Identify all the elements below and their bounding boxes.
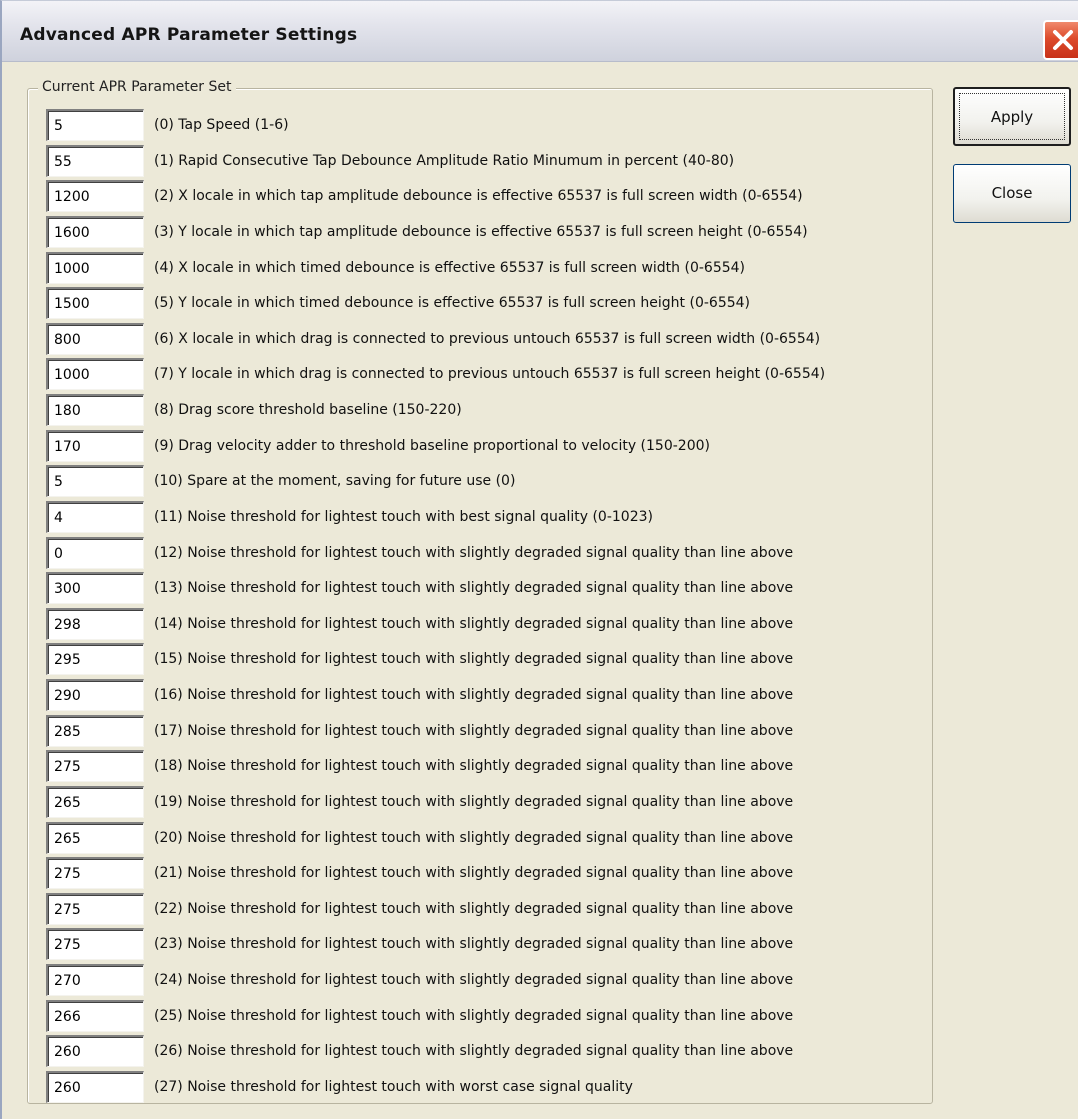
param-label: (0) Tap Speed (1-6)	[154, 117, 289, 133]
param-row: (9) Drag velocity adder to threshold bas…	[46, 430, 936, 462]
apply-button[interactable]: Apply	[953, 87, 1071, 146]
param-value-input[interactable]	[46, 750, 144, 782]
param-value-input[interactable]	[46, 608, 144, 640]
param-value-input[interactable]	[46, 109, 144, 141]
param-value-input[interactable]	[46, 715, 144, 747]
param-value-input[interactable]	[46, 252, 144, 284]
param-label: (17) Noise threshold for lightest touch …	[154, 723, 794, 739]
param-label: (7) Y locale in which drag is connected …	[154, 366, 826, 382]
param-row: (1) Rapid Consecutive Tap Debounce Ampli…	[46, 145, 936, 177]
param-label: (20) Noise threshold for lightest touch …	[154, 830, 794, 846]
param-row: (18) Noise threshold for lightest touch …	[46, 750, 936, 782]
param-row: (13) Noise threshold for lightest touch …	[46, 572, 936, 604]
param-row: (2) X locale in which tap amplitude debo…	[46, 180, 936, 212]
param-label: (19) Noise threshold for lightest touch …	[154, 794, 794, 810]
param-value-input[interactable]	[46, 822, 144, 854]
param-value-input[interactable]	[46, 893, 144, 925]
param-label: (25) Noise threshold for lightest touch …	[154, 1008, 794, 1024]
param-row: (15) Noise threshold for lightest touch …	[46, 643, 936, 675]
param-row: (10) Spare at the moment, saving for fut…	[46, 465, 936, 497]
param-label: (24) Noise threshold for lightest touch …	[154, 972, 794, 988]
param-row: (25) Noise threshold for lightest touch …	[46, 1000, 936, 1032]
param-label: (26) Noise threshold for lightest touch …	[154, 1043, 794, 1059]
title-bar[interactable]: Advanced APR Parameter Settings	[2, 1, 1078, 62]
param-value-input[interactable]	[46, 394, 144, 426]
param-value-input[interactable]	[46, 964, 144, 996]
param-value-input[interactable]	[46, 1071, 144, 1103]
param-value-input[interactable]	[46, 465, 144, 497]
param-label: (5) Y locale in which timed debounce is …	[154, 295, 750, 311]
param-value-input[interactable]	[46, 572, 144, 604]
param-value-input[interactable]	[46, 1000, 144, 1032]
param-row: (5) Y locale in which timed debounce is …	[46, 287, 936, 319]
param-label: (21) Noise threshold for lightest touch …	[154, 865, 794, 881]
param-label: (9) Drag velocity adder to threshold bas…	[154, 438, 710, 454]
param-value-input[interactable]	[46, 928, 144, 960]
param-value-input[interactable]	[46, 180, 144, 212]
param-value-input[interactable]	[46, 358, 144, 390]
param-label: (10) Spare at the moment, saving for fut…	[154, 473, 516, 489]
apr-settings-dialog: Advanced APR Parameter Settings Current …	[0, 0, 1078, 1119]
close-icon[interactable]	[1043, 20, 1078, 60]
param-row: (16) Noise threshold for lightest touch …	[46, 679, 936, 711]
param-row: (23) Noise threshold for lightest touch …	[46, 928, 936, 960]
focus-ring	[959, 93, 1065, 140]
param-value-input[interactable]	[46, 643, 144, 675]
param-label: (14) Noise threshold for lightest touch …	[154, 616, 794, 632]
param-value-input[interactable]	[46, 145, 144, 177]
param-row: (24) Noise threshold for lightest touch …	[46, 964, 936, 996]
param-row: (6) X locale in which drag is connected …	[46, 323, 936, 355]
param-label: (8) Drag score threshold baseline (150-2…	[154, 402, 462, 418]
group-legend: Current APR Parameter Set	[38, 79, 236, 95]
param-row: (22) Noise threshold for lightest touch …	[46, 893, 936, 925]
param-label: (16) Noise threshold for lightest touch …	[154, 687, 794, 703]
param-row: (26) Noise threshold for lightest touch …	[46, 1035, 936, 1067]
param-label: (13) Noise threshold for lightest touch …	[154, 580, 794, 596]
window-title: Advanced APR Parameter Settings	[20, 25, 358, 45]
param-label: (18) Noise threshold for lightest touch …	[154, 758, 794, 774]
param-label: (3) Y locale in which tap amplitude debo…	[154, 224, 808, 240]
param-row: (12) Noise threshold for lightest touch …	[46, 537, 936, 569]
param-row: (27) Noise threshold for lightest touch …	[46, 1071, 936, 1103]
param-row: (8) Drag score threshold baseline (150-2…	[46, 394, 936, 426]
param-value-input[interactable]	[46, 1035, 144, 1067]
param-label: (12) Noise threshold for lightest touch …	[154, 545, 794, 561]
param-row: (3) Y locale in which tap amplitude debo…	[46, 216, 936, 248]
param-row: (20) Noise threshold for lightest touch …	[46, 822, 936, 854]
param-row: (14) Noise threshold for lightest touch …	[46, 608, 936, 640]
param-value-input[interactable]	[46, 786, 144, 818]
param-label: (1) Rapid Consecutive Tap Debounce Ampli…	[154, 153, 735, 169]
param-row: (0) Tap Speed (1-6)	[46, 109, 936, 141]
param-value-input[interactable]	[46, 537, 144, 569]
param-value-input[interactable]	[46, 216, 144, 248]
param-row: (19) Noise threshold for lightest touch …	[46, 786, 936, 818]
param-label: (22) Noise threshold for lightest touch …	[154, 901, 794, 917]
param-value-input[interactable]	[46, 287, 144, 319]
param-label: (15) Noise threshold for lightest touch …	[154, 651, 794, 667]
param-value-input[interactable]	[46, 501, 144, 533]
param-row: (21) Noise threshold for lightest touch …	[46, 857, 936, 889]
param-row: (7) Y locale in which drag is connected …	[46, 358, 936, 390]
param-label: (2) X locale in which tap amplitude debo…	[154, 188, 803, 204]
param-label: (23) Noise threshold for lightest touch …	[154, 936, 794, 952]
param-row: (17) Noise threshold for lightest touch …	[46, 715, 936, 747]
param-value-input[interactable]	[46, 857, 144, 889]
param-label: (6) X locale in which drag is connected …	[154, 331, 821, 347]
param-row: (11) Noise threshold for lightest touch …	[46, 501, 936, 533]
param-value-input[interactable]	[46, 323, 144, 355]
param-value-input[interactable]	[46, 679, 144, 711]
param-label: (27) Noise threshold for lightest touch …	[154, 1079, 633, 1095]
param-label: (11) Noise threshold for lightest touch …	[154, 509, 653, 525]
param-label: (4) X locale in which timed debounce is …	[154, 260, 746, 276]
param-row: (4) X locale in which timed debounce is …	[46, 252, 936, 284]
close-button[interactable]: Close	[953, 164, 1071, 223]
close-button-label: Close	[991, 184, 1033, 202]
param-value-input[interactable]	[46, 430, 144, 462]
